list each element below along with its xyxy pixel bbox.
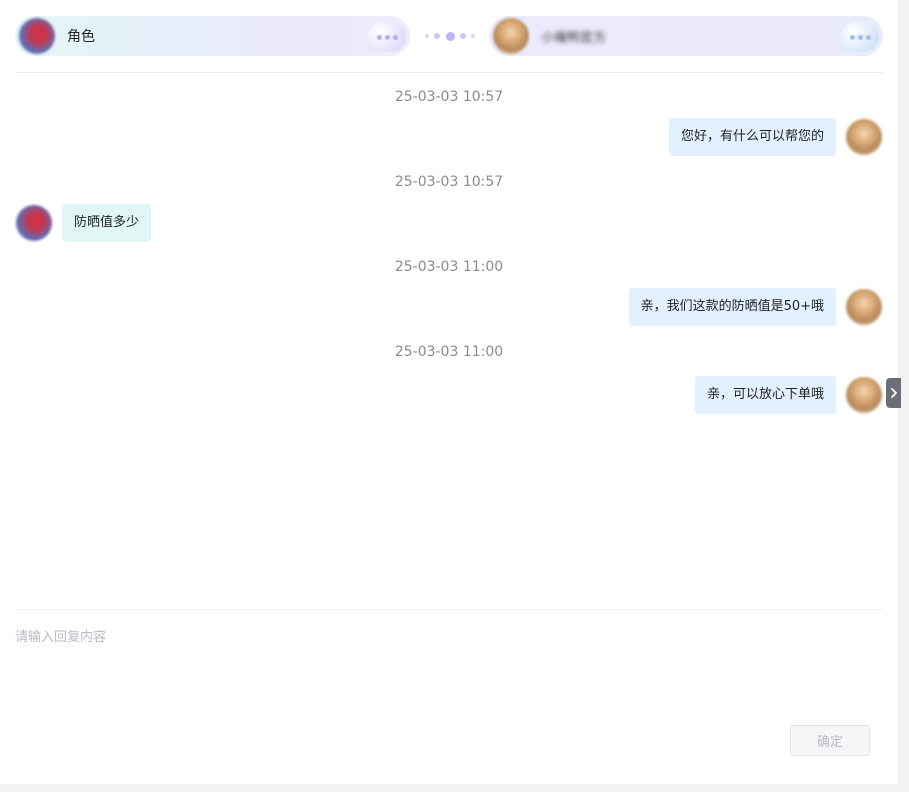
sent-message-bubble: 亲，我们这款的防晒值是50+哦 xyxy=(628,288,836,326)
agent-name: 小嘴鸭官方 xyxy=(541,30,607,46)
confirm-button[interactable]: 确定 xyxy=(790,725,870,756)
chat-header: 角色 小嘴鸭官方 xyxy=(15,14,883,58)
received-message-bubble: 防晒值多少 xyxy=(62,204,152,242)
message-timestamp: 25-03-03 10:57 xyxy=(394,174,504,190)
composer-divider xyxy=(15,609,883,610)
expand-panel-button[interactable] xyxy=(886,378,901,408)
agent-avatar xyxy=(493,18,529,54)
message-item: 防晒值多少 xyxy=(16,204,152,242)
chat-panel: 角色 小嘴鸭官方 25-03-03 10:57 您好，有什么可以帮您的 25-0… xyxy=(0,0,898,784)
role-avatar xyxy=(16,205,52,241)
agent-avatar xyxy=(846,289,882,325)
participant-pill-agent: 小嘴鸭官方 xyxy=(489,16,883,56)
message-item: 亲，可以放心下单哦 xyxy=(694,376,882,414)
dots-connector-icon xyxy=(425,31,475,41)
message-item: 亲，我们这款的防晒值是50+哦 xyxy=(628,288,882,326)
message-timestamp: 25-03-03 11:00 xyxy=(394,259,504,275)
chat-bubble-icon xyxy=(841,22,879,52)
message-item: 您好，有什么可以帮您的 xyxy=(668,118,882,156)
agent-avatar xyxy=(846,377,882,413)
chevron-right-icon xyxy=(890,388,897,398)
reply-input[interactable] xyxy=(15,626,875,716)
agent-avatar xyxy=(846,119,882,155)
role-name: 角色 xyxy=(67,29,95,45)
header-divider xyxy=(15,72,883,73)
chat-bubble-icon xyxy=(368,22,406,52)
participant-pill-role: 角色 xyxy=(15,16,410,56)
role-avatar xyxy=(19,18,55,54)
message-timestamp: 25-03-03 11:00 xyxy=(394,344,504,360)
message-timestamp: 25-03-03 10:57 xyxy=(394,89,504,105)
sent-message-bubble: 亲，可以放心下单哦 xyxy=(694,376,836,414)
sent-message-bubble: 您好，有什么可以帮您的 xyxy=(668,118,836,156)
